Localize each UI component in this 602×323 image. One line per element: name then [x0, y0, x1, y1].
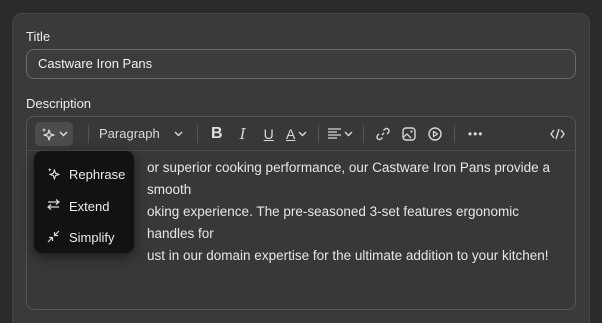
block-style-label: Paragraph: [99, 126, 160, 141]
simplify-arrows-icon: [47, 230, 69, 246]
bold-button[interactable]: B: [204, 122, 230, 146]
toolbar-divider: [317, 124, 319, 143]
image-button[interactable]: [396, 122, 422, 146]
title-input[interactable]: Castware Iron Pans: [26, 49, 576, 79]
title-label: Title: [26, 29, 51, 44]
ai-assist-button[interactable]: [35, 121, 73, 146]
align-button[interactable]: [325, 122, 357, 146]
more-options-button[interactable]: •••: [461, 122, 491, 146]
extend-arrows-icon: [47, 198, 69, 214]
ai-assist-menu: Rephrase Extend Simplify: [34, 151, 134, 253]
toolbar-divider: [362, 124, 364, 143]
image-icon: [402, 126, 416, 141]
chevron-down-icon: [344, 131, 353, 137]
block-style-select[interactable]: Paragraph: [95, 122, 187, 146]
chevron-down-icon: [298, 131, 307, 137]
toolbar-divider: [88, 124, 89, 143]
link-icon: [376, 127, 390, 141]
link-button[interactable]: [370, 122, 396, 146]
code-icon: [549, 128, 565, 140]
menu-item-label: Rephrase: [69, 167, 126, 183]
description-label: Description: [26, 96, 92, 111]
menu-item-rephrase[interactable]: Rephrase: [34, 159, 134, 191]
chevron-down-icon: [174, 131, 183, 137]
text-color-label: A: [286, 125, 296, 142]
video-button[interactable]: [422, 122, 448, 146]
toolbar-divider: [196, 124, 198, 143]
sparkles-icon: [41, 127, 55, 141]
text-color-button[interactable]: A: [282, 122, 312, 146]
menu-item-simplify[interactable]: Simplify: [34, 222, 134, 254]
editor-toolbar: Paragraph B I U A •••: [27, 117, 575, 151]
toolbar-divider: [453, 124, 455, 143]
menu-item-label: Simplify: [69, 230, 115, 246]
align-left-icon: [328, 128, 342, 139]
underline-button[interactable]: U: [256, 122, 282, 146]
chevron-down-icon: [59, 131, 68, 137]
italic-button[interactable]: I: [230, 122, 256, 146]
menu-item-extend[interactable]: Extend: [34, 191, 134, 223]
sparkle-icon: [47, 167, 69, 183]
play-circle-icon: [428, 126, 442, 141]
code-view-button[interactable]: [539, 122, 575, 146]
menu-item-label: Extend: [69, 198, 110, 214]
